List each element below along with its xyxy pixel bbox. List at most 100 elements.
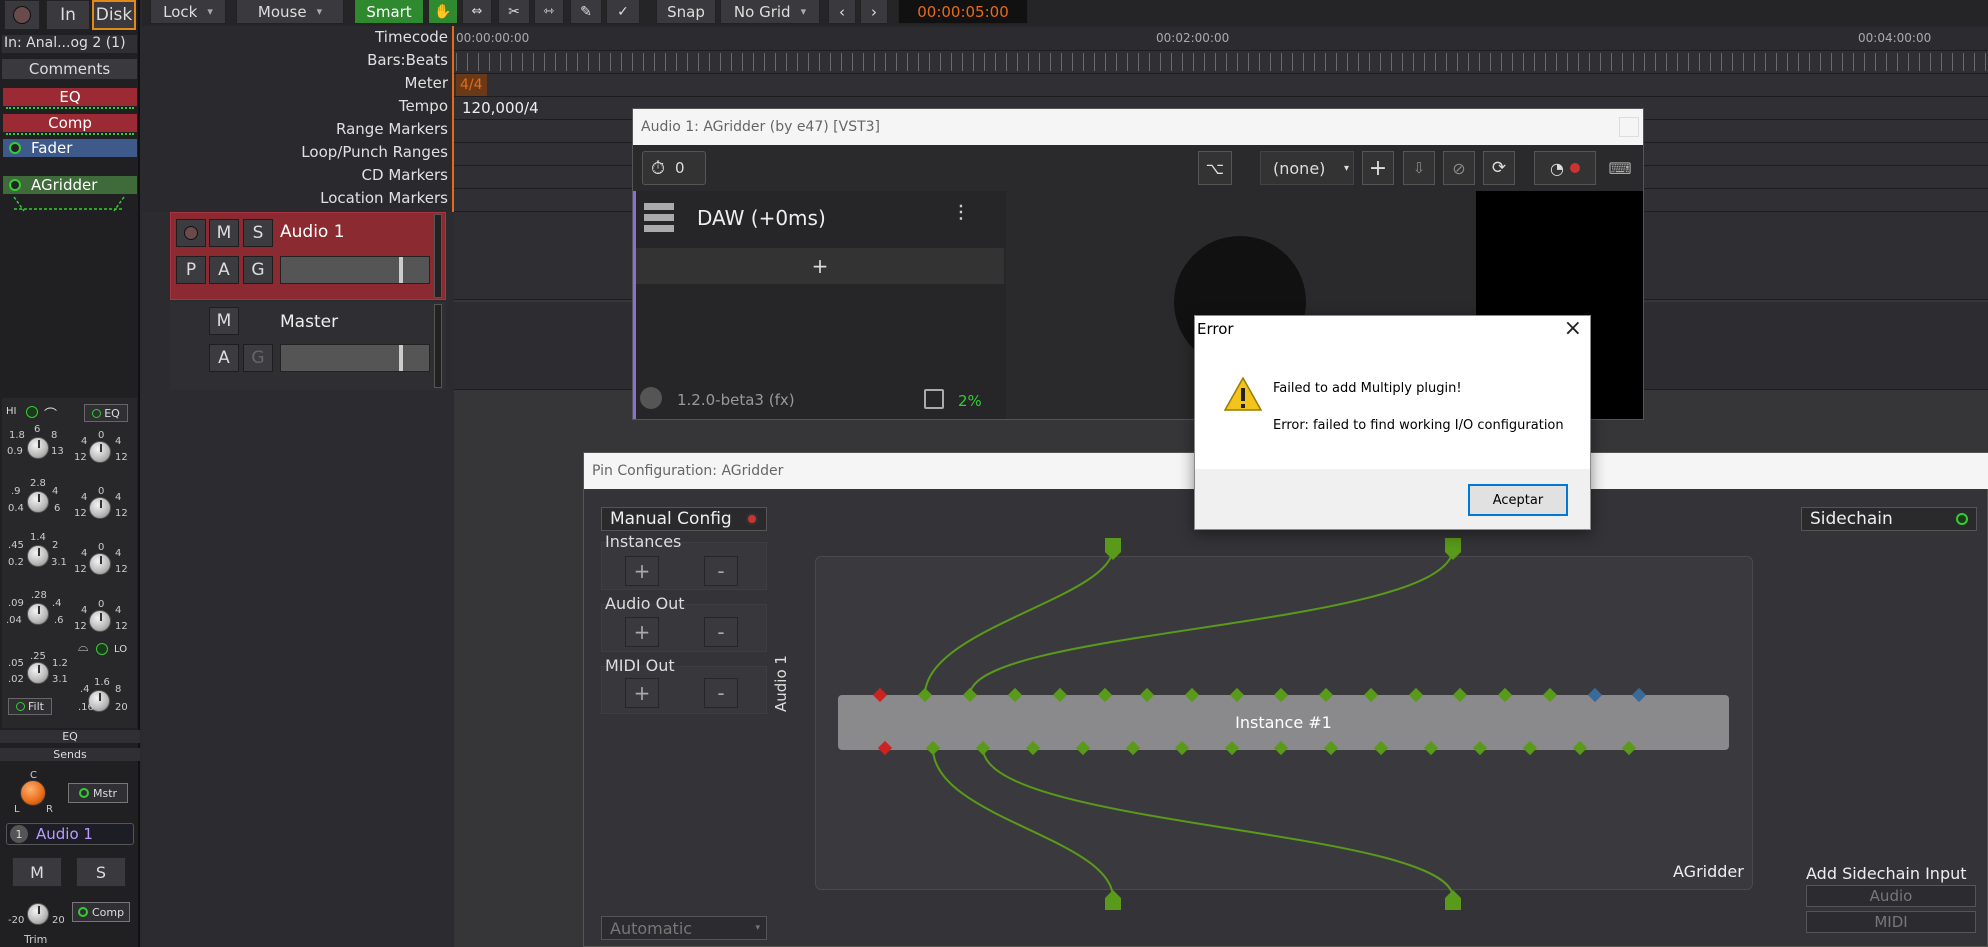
- routing-mode-dropdown[interactable]: Automatic ▾: [601, 916, 767, 940]
- add-preset-button[interactable]: +: [1362, 151, 1394, 185]
- track-solo-button[interactable]: S: [243, 219, 273, 247]
- reset-button[interactable]: ⟳: [1483, 151, 1515, 185]
- input-pin[interactable]: [1445, 538, 1461, 560]
- master-scrollbar[interactable]: [434, 304, 442, 388]
- plugin-window-close-icon[interactable]: [1619, 117, 1639, 137]
- plugin-eq[interactable]: EQ: [3, 88, 137, 106]
- save-preset-button[interactable]: ⇩: [1403, 151, 1435, 185]
- pin-connections[interactable]: [815, 538, 1755, 918]
- audio-out-add-button[interactable]: +: [625, 617, 659, 647]
- keyboard-button[interactable]: ⌨: [1604, 156, 1636, 180]
- cut-tool-button[interactable]: ✂: [498, 0, 530, 24]
- master-send-button[interactable]: Mstr: [68, 783, 128, 803]
- plugin-output-pin[interactable]: [1522, 740, 1538, 756]
- plugin-input-pin[interactable]: [1184, 687, 1200, 703]
- pin-wire[interactable]: [969, 547, 1454, 696]
- add-sidechain-audio-button[interactable]: Audio: [1806, 885, 1976, 907]
- plugin-input-pin[interactable]: [1631, 687, 1647, 703]
- plugin-fader[interactable]: Fader: [3, 139, 137, 157]
- master-gain-fader[interactable]: [280, 344, 430, 372]
- midi-out-add-button[interactable]: +: [625, 678, 659, 708]
- eq-band2-freq-knob[interactable]: [27, 491, 49, 513]
- mixer-settings-button[interactable]: ⫶: [958, 202, 964, 227]
- track-playlist-button[interactable]: P: [176, 256, 206, 284]
- instances-add-button[interactable]: +: [625, 556, 659, 586]
- plugin-input-pin[interactable]: [1363, 687, 1379, 703]
- plugin-input-pin[interactable]: [1497, 687, 1513, 703]
- disk-monitor-button[interactable]: Disk: [92, 0, 136, 30]
- fader-handle[interactable]: [399, 345, 403, 371]
- eq-band4-freq-knob[interactable]: [27, 603, 49, 625]
- plugin-input-pin[interactable]: [1318, 687, 1334, 703]
- close-icon[interactable]: ×: [1564, 316, 1582, 341]
- latency-button[interactable]: ⏱ 0: [642, 151, 706, 185]
- plugin-output-pin[interactable]: [1075, 740, 1091, 756]
- bypass-button[interactable]: ⊘: [1443, 151, 1475, 185]
- track-gain-fader[interactable]: [280, 256, 430, 284]
- pan-knob[interactable]: [20, 780, 46, 806]
- plugin-input-pin[interactable]: [962, 687, 978, 703]
- plugin-output-pin[interactable]: [1621, 740, 1637, 756]
- plugin-input-pin[interactable]: [1452, 687, 1468, 703]
- plugin-input-pin[interactable]: [1542, 687, 1558, 703]
- timecode-ruler[interactable]: 00:00:00:00 00:02:00:00 00:04:00:00: [454, 28, 1988, 51]
- ok-button[interactable]: Aceptar: [1468, 484, 1568, 516]
- nudge-back-button[interactable]: ‹: [828, 0, 856, 24]
- comp-enable-button[interactable]: Comp: [72, 902, 130, 922]
- midi-out-remove-button[interactable]: -: [704, 678, 738, 708]
- agridder-power-icon[interactable]: [9, 179, 21, 191]
- track-name[interactable]: Audio 1: [280, 222, 345, 242]
- plugin-input-pin[interactable]: [1229, 687, 1245, 703]
- grid-dropdown[interactable]: No Grid: [720, 0, 820, 24]
- output-pin[interactable]: [1105, 890, 1121, 910]
- plugin-input-pin[interactable]: [1587, 687, 1603, 703]
- track-automation-button[interactable]: A: [209, 256, 239, 284]
- input-selector[interactable]: In: Anal...og 2 (1): [2, 35, 137, 53]
- track-group-button[interactable]: G: [243, 256, 273, 284]
- strip-track-name[interactable]: 1 Audio 1: [6, 823, 134, 845]
- lock-dropdown[interactable]: Lock: [150, 0, 226, 24]
- plugin-input-pin[interactable]: [1052, 687, 1068, 703]
- plugin-output-pin[interactable]: [925, 740, 941, 756]
- plugin-input-pin[interactable]: [1139, 687, 1155, 703]
- draw-tool-button[interactable]: ✎: [570, 0, 602, 24]
- plugin-output-pin[interactable]: [1125, 740, 1141, 756]
- plugin-output-pin[interactable]: [1273, 740, 1289, 756]
- strip-solo-button[interactable]: S: [76, 857, 126, 887]
- manual-config-button[interactable]: Manual Config: [601, 507, 767, 531]
- record-button[interactable]: [4, 0, 40, 30]
- grab-tool-button[interactable]: ✋: [428, 0, 458, 24]
- plugin-output-pin[interactable]: [877, 740, 893, 756]
- plugin-input-pin[interactable]: [1408, 687, 1424, 703]
- master-group-button[interactable]: G: [243, 344, 273, 372]
- lo-shelf-led[interactable]: [96, 643, 108, 655]
- nudge-forward-button[interactable]: ›: [860, 0, 888, 24]
- strip-mute-button[interactable]: M: [12, 857, 62, 887]
- master-automation-button[interactable]: A: [209, 344, 239, 372]
- plugin-input-pin[interactable]: [1007, 687, 1023, 703]
- fader-handle[interactable]: [399, 257, 403, 283]
- plugin-input-pin[interactable]: [1097, 687, 1113, 703]
- eq-band1-freq-knob[interactable]: [27, 437, 49, 459]
- bars-beats-ruler[interactable]: [454, 51, 1988, 74]
- trim-knob[interactable]: [27, 903, 49, 925]
- audio-out-remove-button[interactable]: -: [704, 617, 738, 647]
- input-monitor-button[interactable]: In: [46, 0, 90, 30]
- eq-band1-gain-knob[interactable]: [89, 441, 111, 463]
- filter-freq-knob[interactable]: [27, 662, 49, 684]
- meter-ruler[interactable]: 4/4: [454, 74, 1988, 97]
- track-mute-button[interactable]: M: [209, 219, 239, 247]
- audition-tool-button[interactable]: ✓: [606, 0, 640, 24]
- filter-button[interactable]: Filt: [8, 698, 52, 715]
- preset-dropdown[interactable]: (none) ▾: [1260, 151, 1354, 185]
- range-tool-button[interactable]: ⇔: [462, 0, 492, 24]
- master-mute-button[interactable]: M: [209, 307, 239, 335]
- instances-remove-button[interactable]: -: [704, 556, 738, 586]
- routing-button[interactable]: ⌥: [1198, 151, 1232, 185]
- eq-band4-gain-knob[interactable]: [89, 610, 111, 632]
- pin-wire[interactable]: [924, 547, 1114, 696]
- plugin-comp[interactable]: Comp: [3, 114, 137, 132]
- track-scrollbar[interactable]: [434, 214, 442, 298]
- stretch-tool-button[interactable]: ⇿: [534, 0, 564, 24]
- master-track-name[interactable]: Master: [280, 312, 338, 332]
